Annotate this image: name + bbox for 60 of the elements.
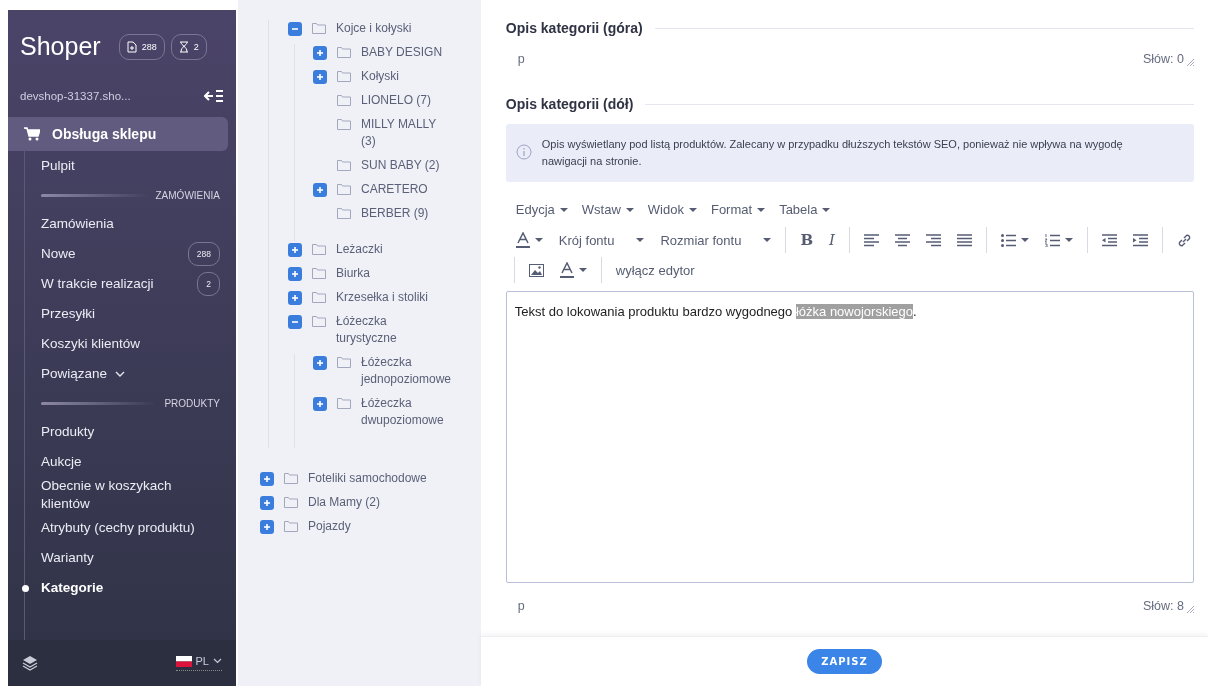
editor-menu[interactable]: Edycja xyxy=(513,198,570,221)
tree-item-label[interactable]: BERBER (9) xyxy=(360,205,429,222)
menu-item[interactable]: Zamówienia xyxy=(41,209,220,239)
menu-item[interactable]: Atrybuty (cechy produktu) xyxy=(41,513,220,543)
tree-item-label[interactable]: SUN BABY (2) xyxy=(360,157,440,174)
tree-item-label[interactable]: Leżaczki xyxy=(335,241,383,258)
menu-item[interactable]: Kategorie xyxy=(41,573,220,603)
shop-address: devshop-31337.sho... xyxy=(20,90,131,102)
font-select[interactable]: Rozmiar fontu xyxy=(658,228,774,252)
tree-item-label[interactable]: Kołyski xyxy=(360,68,399,85)
tree-item-label[interactable]: Krzesełka i stoliki xyxy=(335,289,428,306)
editor-menu[interactable]: Tabela xyxy=(777,198,833,221)
menu-group-heading: ZAMÓWIENIA xyxy=(155,189,220,201)
tree-item-label[interactable]: CARETERO xyxy=(360,181,428,198)
section-heading: Opis kategorii (dół) xyxy=(505,96,634,112)
format-button[interactable]: I xyxy=(827,227,837,253)
menu-item[interactable]: Nowe 288 xyxy=(41,239,220,269)
tree-item-label[interactable]: Łóżeczka dwupoziomowe xyxy=(360,395,449,429)
word-count: Słów: 8 xyxy=(1143,599,1184,613)
menu-item[interactable]: Obecnie w koszykach klientów xyxy=(41,477,220,513)
tree-item-label[interactable]: LIONELO (7) xyxy=(360,92,431,109)
tree-item-label[interactable]: Dla Mamy (2) xyxy=(307,494,380,511)
tree-item-label[interactable]: Pojazdy xyxy=(307,518,351,535)
editor-menu[interactable]: Format xyxy=(708,198,768,221)
counter-badge[interactable]: 288 xyxy=(118,33,165,60)
info-text: Opis wyświetlany pod listą produktów. Zalecany w przypadku dłuższych tekstów SEO, ponieważ nie wpływa na wygodę nawigacji na stronie. xyxy=(541,137,1124,169)
count-badge: 2 xyxy=(197,272,220,296)
tree-item-label[interactable]: BABY DESIGN xyxy=(360,44,443,61)
tree-item-label[interactable]: Foteliki samochodowe xyxy=(307,470,427,487)
language-selector[interactable]: PL xyxy=(175,655,222,671)
save-button[interactable]: ZAPISZ xyxy=(807,649,882,674)
logo[interactable]: Shoper xyxy=(20,32,101,61)
font-select[interactable]: Krój fontu xyxy=(556,228,647,252)
menu-item[interactable]: Przesyłki xyxy=(41,299,220,329)
menu-section-header[interactable]: Obsługa sklepu xyxy=(8,117,228,151)
menu-group-heading: PRODUKTY xyxy=(164,397,220,409)
format-button[interactable]: B xyxy=(798,227,816,253)
menu-item[interactable]: Aukcje xyxy=(41,447,220,477)
menu-item[interactable]: W trakcie realizacji 2 xyxy=(41,269,220,299)
section-heading: Opis kategorii (góra) xyxy=(505,20,643,36)
count-badge: 288 xyxy=(187,242,220,266)
menu-item[interactable]: Koszyki klientów xyxy=(41,329,220,359)
menu-item[interactable]: Warianty xyxy=(41,543,220,573)
text-editor[interactable]: Tekst do lokowania produktu bardzo wygodnego łóżka nowojorskiego. xyxy=(505,291,1194,583)
editor-menu[interactable]: Widok xyxy=(645,198,699,221)
editor-text: Tekst do lokowania produktu bardzo wygodnego łóżka nowojorskiego. xyxy=(514,304,918,319)
menu-item[interactable]: Pulpit xyxy=(41,151,220,181)
tree-item-label[interactable]: Biurka xyxy=(335,265,370,282)
word-count: Słów: 0 xyxy=(1143,52,1184,66)
disable-editor-button[interactable]: wyłącz edytor xyxy=(613,258,697,282)
editor-menu[interactable]: Wstaw xyxy=(579,198,636,221)
element-path: p xyxy=(517,52,525,66)
tree-item-label[interactable]: MILLY MALLY (3) xyxy=(360,116,449,150)
menu-item[interactable]: Produkty xyxy=(41,417,220,447)
tree-item-label[interactable]: Łóżeczka turystyczne xyxy=(335,313,431,347)
tree-item-label[interactable]: Kojce i kołyski xyxy=(335,20,412,37)
menu-item[interactable]: Powiązane xyxy=(41,359,220,389)
tree-item-label[interactable]: Łóżeczka jednopoziomowe xyxy=(360,354,449,388)
element-path: p xyxy=(517,599,525,613)
counter-badge[interactable]: 2 xyxy=(170,33,207,60)
